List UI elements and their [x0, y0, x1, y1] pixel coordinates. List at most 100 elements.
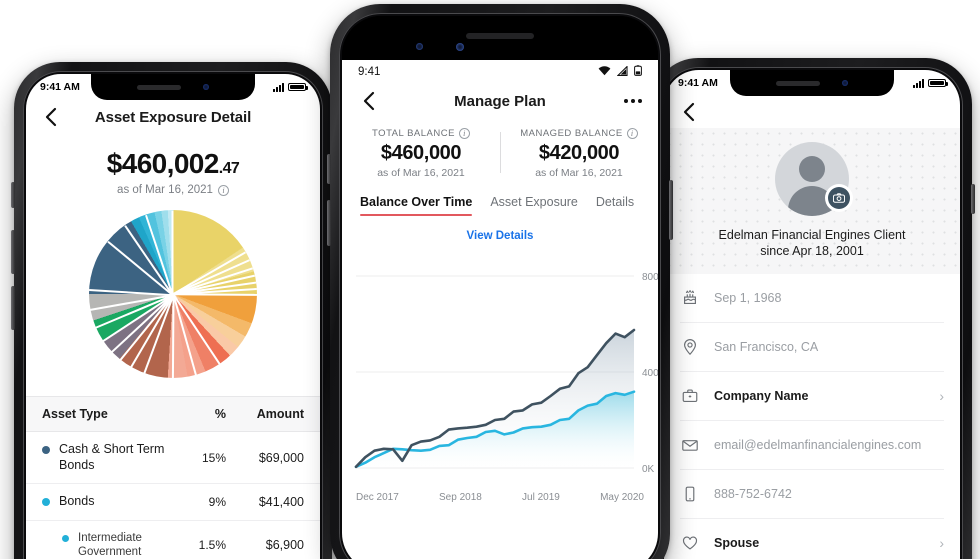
balance-summary-row: TOTAL BALANCE i $460,000 as of Mar 16, 2… [342, 128, 658, 179]
x-axis-tick-label: Dec 2017 [356, 492, 399, 503]
list-item[interactable]: 888-752-6742 [680, 470, 944, 519]
as-of-text: as of Mar 16, 2021 [117, 184, 213, 196]
list-item[interactable]: Sep 1, 1968 [680, 274, 944, 323]
phone-center-manage-plan: 9:41 Manage Plan TOTAL BALANCE i $460,00… [327, 4, 673, 559]
list-item[interactable]: San Francisco, CA [680, 323, 944, 372]
tab-asset-exposure[interactable]: Asset Exposure [490, 195, 578, 216]
svg-text:800K: 800K [642, 272, 658, 283]
cellular-bars-icon [913, 78, 924, 88]
info-circle-icon[interactable]: i [626, 128, 638, 139]
pie-chart-container [26, 210, 320, 379]
view-details-link[interactable]: View Details [342, 230, 658, 242]
center-screen: 9:41 Manage Plan TOTAL BALANCE i $460,00… [342, 16, 658, 559]
legend-color-dot [42, 498, 50, 507]
table-row[interactable]: Cash & Short Term Bonds 15% $69,000 [26, 432, 320, 485]
mobile-phone-icon [680, 484, 700, 504]
client-since: since Apr 18, 2001 [760, 244, 864, 258]
center-status-bar: 9:41 [342, 60, 658, 84]
status-time: 9:41 [358, 66, 381, 78]
svg-text:400K: 400K [642, 368, 658, 379]
battery-icon [634, 65, 642, 79]
tab-bar: Balance Over Time Asset Exposure Details [342, 195, 658, 216]
right-nav-bar [664, 96, 960, 128]
svg-text:0K: 0K [642, 464, 655, 475]
location-pin-icon [680, 337, 700, 357]
asset-name-cell: Intermediate Government [42, 531, 174, 559]
legend-color-dot [62, 534, 69, 542]
asset-label: Bonds [59, 494, 95, 509]
list-item[interactable]: Spouse › [680, 519, 944, 559]
asset-label: Cash & Short Term Bonds [59, 442, 165, 472]
front-camera-icon [416, 43, 423, 50]
balance-value: $420,000 [538, 142, 620, 164]
list-item-label: email@edelmanfinancialengines.com [714, 438, 922, 452]
phone-left-asset-exposure: 9:41 AM Asset Exposure Detail $460,002.4… [11, 62, 332, 559]
camera-badge[interactable] [825, 184, 853, 212]
balance-as-of: as of Mar 16, 2021 [535, 167, 623, 179]
status-time: 9:41 AM [40, 81, 80, 93]
list-item-label: Company Name [714, 389, 809, 403]
right-status-bar: 9:41 AM [664, 70, 960, 96]
cellular-bars-icon [273, 82, 284, 92]
table-row[interactable]: Intermediate Government 1.5% $6,900 [26, 521, 320, 559]
right-screen: 9:41 AM Edelman Financial Engines Client… [664, 70, 960, 559]
percent-cell: 15% [201, 450, 226, 465]
wifi-icon [598, 65, 611, 79]
avatar[interactable] [775, 142, 853, 216]
amount-whole: $460,002 [106, 148, 220, 179]
asset-label: Intermediate Government [78, 531, 142, 559]
balance-chart-svg: 0K 400K 800K [354, 272, 658, 475]
camera-icon [828, 187, 850, 209]
status-time: 9:41 AM [678, 77, 718, 89]
chevron-right-icon[interactable]: › [939, 535, 944, 551]
phone-right-profile: 9:41 AM Edelman Financial Engines Client… [649, 58, 975, 559]
tab-details[interactable]: Details [596, 195, 634, 216]
amount-cell: $6,900 [265, 538, 304, 553]
asset-exposure-pie-chart [89, 210, 258, 379]
page-title: Manage Plan [454, 92, 546, 110]
info-circle-icon[interactable]: i [217, 184, 229, 196]
list-item[interactable]: email@edelmanfinancialengines.com [680, 421, 944, 470]
heart-icon [680, 533, 700, 553]
left-screen: 9:41 AM Asset Exposure Detail $460,002.4… [26, 74, 320, 559]
balance-over-time-chart: 0K 400K 800K Dec 2017 Sep 2018 Jul 2019 May 2… [342, 254, 658, 510]
column-header-amount: Amount [256, 407, 304, 421]
balance-value: $460,000 [380, 142, 462, 164]
balance-card: TOTAL BALANCE i $460,000 as of Mar 16, 2… [342, 128, 500, 179]
client-name: Edelman Financial Engines Client [718, 228, 906, 242]
page-title: Asset Exposure Detail [94, 108, 252, 126]
profile-hero: Edelman Financial Engines Client since A… [664, 128, 960, 274]
info-circle-icon[interactable]: i [458, 128, 470, 139]
left-nav-bar: Asset Exposure Detail [26, 100, 320, 134]
briefcase-icon [680, 386, 700, 406]
percent-cell: 9% [208, 495, 226, 510]
table-row[interactable]: Bonds 9% $41,400 [26, 484, 320, 521]
legend-color-dot [42, 446, 50, 454]
column-header-asset-type: Asset Type [42, 407, 108, 421]
asset-name-cell: Bonds [42, 494, 174, 510]
center-app-body: 9:41 Manage Plan TOTAL BALANCE i $460,00… [342, 60, 658, 559]
battery-icon [928, 79, 948, 87]
column-header-percent: % [214, 407, 226, 421]
more-dots-icon[interactable] [624, 99, 642, 103]
percent-cell: 1.5% [198, 538, 226, 553]
list-item-label: Spouse [714, 536, 760, 550]
envelope-icon [680, 435, 700, 455]
list-item-label: 888-752-6742 [714, 487, 792, 501]
balance-label: TOTAL BALANCE i [342, 128, 500, 139]
list-item[interactable]: Company Name › [680, 372, 944, 421]
tab-balance-over-time[interactable]: Balance Over Time [360, 195, 473, 216]
battery-icon [288, 83, 308, 91]
as-of-line: as of Mar 16, 2021 i [26, 184, 320, 196]
speaker-grill-icon [466, 33, 534, 39]
balance-as-of: as of Mar 16, 2021 [377, 167, 465, 179]
total-amount: $460,002.47 [26, 148, 320, 180]
front-camera-secondary-icon [456, 43, 464, 51]
chevron-right-icon[interactable]: › [939, 388, 944, 404]
back-chevron-icon[interactable] [678, 101, 700, 123]
chart-x-axis-labels: Dec 2017 Sep 2018 Jul 2019 May 2020 [342, 492, 658, 503]
list-item-label: San Francisco, CA [714, 340, 819, 354]
left-status-bar: 9:41 AM [26, 74, 320, 100]
amount-cell: $41,400 [258, 495, 304, 510]
amount-cents: .47 [218, 160, 240, 177]
